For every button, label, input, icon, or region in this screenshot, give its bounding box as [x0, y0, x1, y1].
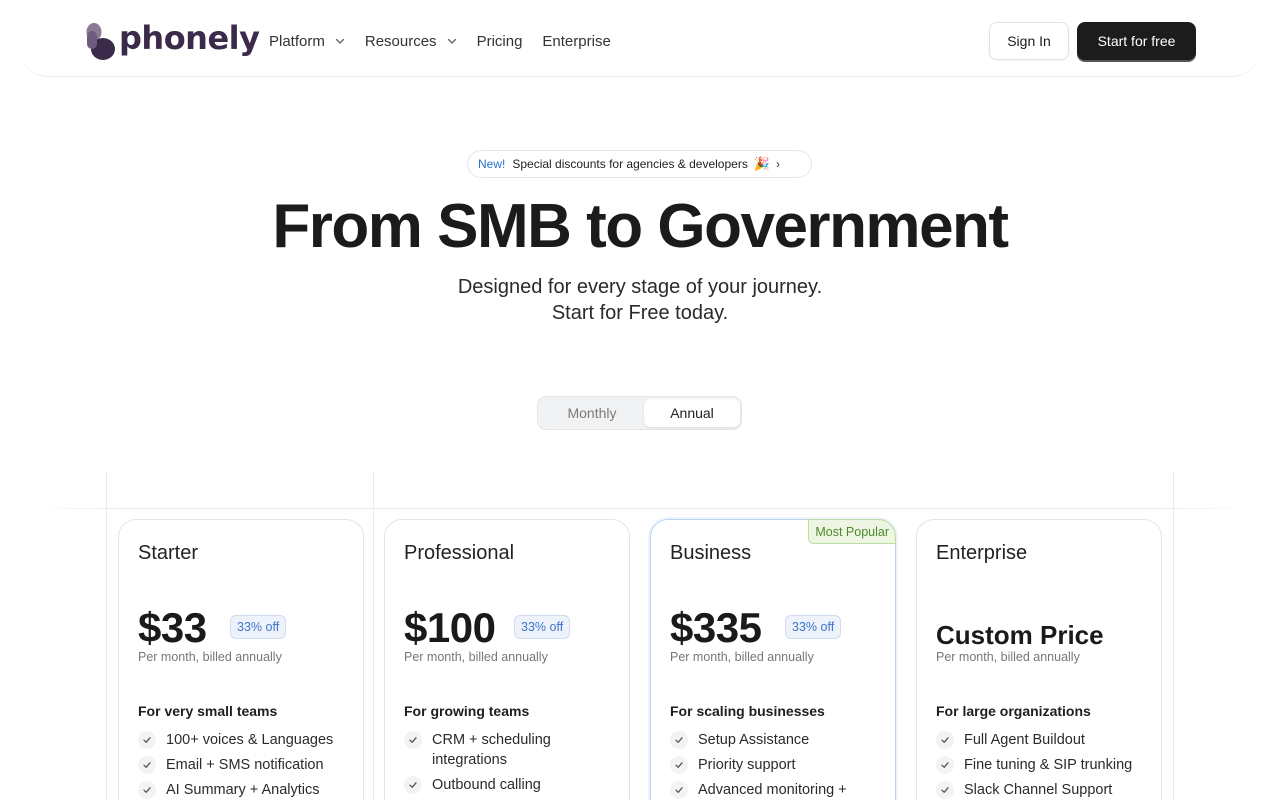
feature-item: Outbound calling	[404, 775, 619, 795]
plan-price: $33	[138, 604, 207, 651]
plan-card-enterprise: Enterprise Custom Price Per month, bille…	[916, 519, 1162, 800]
feature-item: Slack Channel Support	[936, 780, 1151, 800]
announcement-pill[interactable]: New! Special discounts for agencies & de…	[467, 150, 812, 178]
nav-item-enterprise[interactable]: Enterprise	[542, 30, 610, 52]
plan-price: $100	[404, 604, 496, 651]
check-icon	[936, 731, 954, 749]
hero-subtitle: Designed for every stage of your journey…	[0, 274, 1280, 326]
plan-card-business: Most Popular Business $335 33% off Per m…	[650, 519, 896, 800]
discount-badge: 33% off	[514, 615, 571, 639]
feature-item: Fine tuning & SIP trunking	[936, 755, 1151, 775]
toggle-monthly[interactable]: Monthly	[542, 399, 642, 427]
brand-name: phonely	[119, 19, 260, 57]
plan-audience: For growing teams	[404, 703, 530, 719]
check-icon	[138, 731, 156, 749]
feature-text: Advanced monitoring +	[698, 782, 847, 798]
billing-note: Per month, billed annually	[138, 650, 282, 664]
feature-item: Full Agent Buildout	[936, 730, 1151, 750]
feature-item: CRM + scheduling integrations	[404, 730, 619, 770]
divider	[1173, 472, 1174, 800]
check-icon	[404, 731, 422, 749]
feature-text: AI Summary + Analytics	[166, 782, 320, 798]
page-title: From SMB to Government	[272, 192, 1009, 261]
feature-list: CRM + scheduling integrations Outbound c…	[404, 730, 619, 800]
chevron-right-icon: ›	[776, 157, 781, 171]
nav-item-platform[interactable]: Platform	[269, 30, 345, 52]
nav-label: Pricing	[476, 32, 523, 50]
feature-text: Priority support	[698, 757, 796, 773]
feature-text: Email + SMS notification	[166, 757, 324, 773]
check-icon	[670, 731, 688, 749]
billing-note: Per month, billed annually	[404, 650, 548, 664]
feature-item: Email + SMS notification	[138, 755, 353, 775]
feature-item: Setup Assistance	[670, 730, 885, 750]
feature-item: AI Summary + Analytics	[138, 780, 353, 800]
feature-text: Slack Channel Support	[964, 782, 1113, 798]
feature-item: Advanced monitoring +	[670, 780, 885, 800]
main-nav: Platform Resources Pricing Enterprise	[269, 30, 631, 52]
divider	[373, 472, 374, 800]
feature-text: Setup Assistance	[698, 732, 810, 748]
plan-name: Business	[670, 542, 752, 564]
new-tag: New!	[478, 157, 506, 171]
billing-note: Per month, billed annually	[670, 650, 814, 664]
nav-label: Platform	[269, 32, 325, 50]
check-icon	[936, 781, 954, 799]
feature-text: Full Agent Buildout	[964, 732, 1085, 748]
plan-name: Starter	[138, 542, 199, 564]
plan-audience: For scaling businesses	[670, 703, 825, 719]
plan-card-starter: Starter $33 33% off Per month, billed an…	[118, 519, 364, 800]
check-icon	[404, 776, 422, 794]
plan-card-professional: Professional $100 33% off Per month, bil…	[384, 519, 630, 800]
discount-badge: 33% off	[785, 615, 842, 639]
nav-label: Resources	[364, 32, 437, 50]
plan-audience: For large organizations	[936, 703, 1091, 719]
check-icon	[138, 781, 156, 799]
check-icon	[138, 756, 156, 774]
nav-item-resources[interactable]: Resources	[365, 30, 457, 52]
billing-toggle: Monthly Annual	[537, 396, 742, 430]
most-popular-badge: Most Popular	[808, 519, 896, 544]
chevron-down-icon	[447, 38, 456, 44]
start-free-button[interactable]: Start for free	[1077, 22, 1196, 60]
announcement-text: Special discounts for agencies & develop…	[512, 157, 748, 171]
site-header: phonely Platform Resources Pricing Enter…	[20, 0, 1260, 77]
divider	[106, 472, 107, 800]
divider	[30, 508, 1250, 509]
nav-label: Enterprise	[542, 32, 611, 50]
plan-price: $335	[670, 604, 762, 651]
party-popper-icon: 🎉	[753, 156, 771, 171]
toggle-annual[interactable]: Annual	[644, 399, 740, 427]
feature-list: 100+ voices & Languages Email + SMS noti…	[138, 730, 353, 800]
feature-list: Setup Assistance Priority support Advanc…	[670, 730, 885, 800]
feature-list: Full Agent Buildout Fine tuning & SIP tr…	[936, 730, 1151, 800]
feature-text: 100+ voices & Languages	[166, 732, 334, 748]
check-icon	[670, 756, 688, 774]
discount-badge: 33% off	[230, 615, 287, 639]
plan-name: Professional	[404, 542, 515, 564]
subtitle-line: Designed for every stage of your journey…	[457, 276, 823, 298]
feature-text: CRM + scheduling integrations	[432, 732, 551, 768]
plan-name: Enterprise	[936, 542, 1028, 564]
sign-in-button[interactable]: Sign In	[989, 22, 1069, 60]
chevron-down-icon	[335, 38, 345, 44]
feature-text: Outbound calling	[432, 777, 541, 793]
nav-item-pricing[interactable]: Pricing	[477, 30, 523, 52]
phonely-logo-icon	[84, 21, 118, 61]
subtitle-line: Start for Free today.	[551, 302, 729, 324]
feature-item: Priority support	[670, 755, 885, 775]
feature-text: Fine tuning & SIP trunking	[964, 757, 1133, 773]
billing-note: Per month, billed annually	[936, 650, 1080, 664]
brand-logo[interactable]: phonely	[84, 19, 260, 63]
check-icon	[936, 756, 954, 774]
plan-audience: For very small teams	[138, 703, 278, 719]
check-icon	[670, 781, 688, 799]
feature-item: 100+ voices & Languages	[138, 730, 353, 750]
